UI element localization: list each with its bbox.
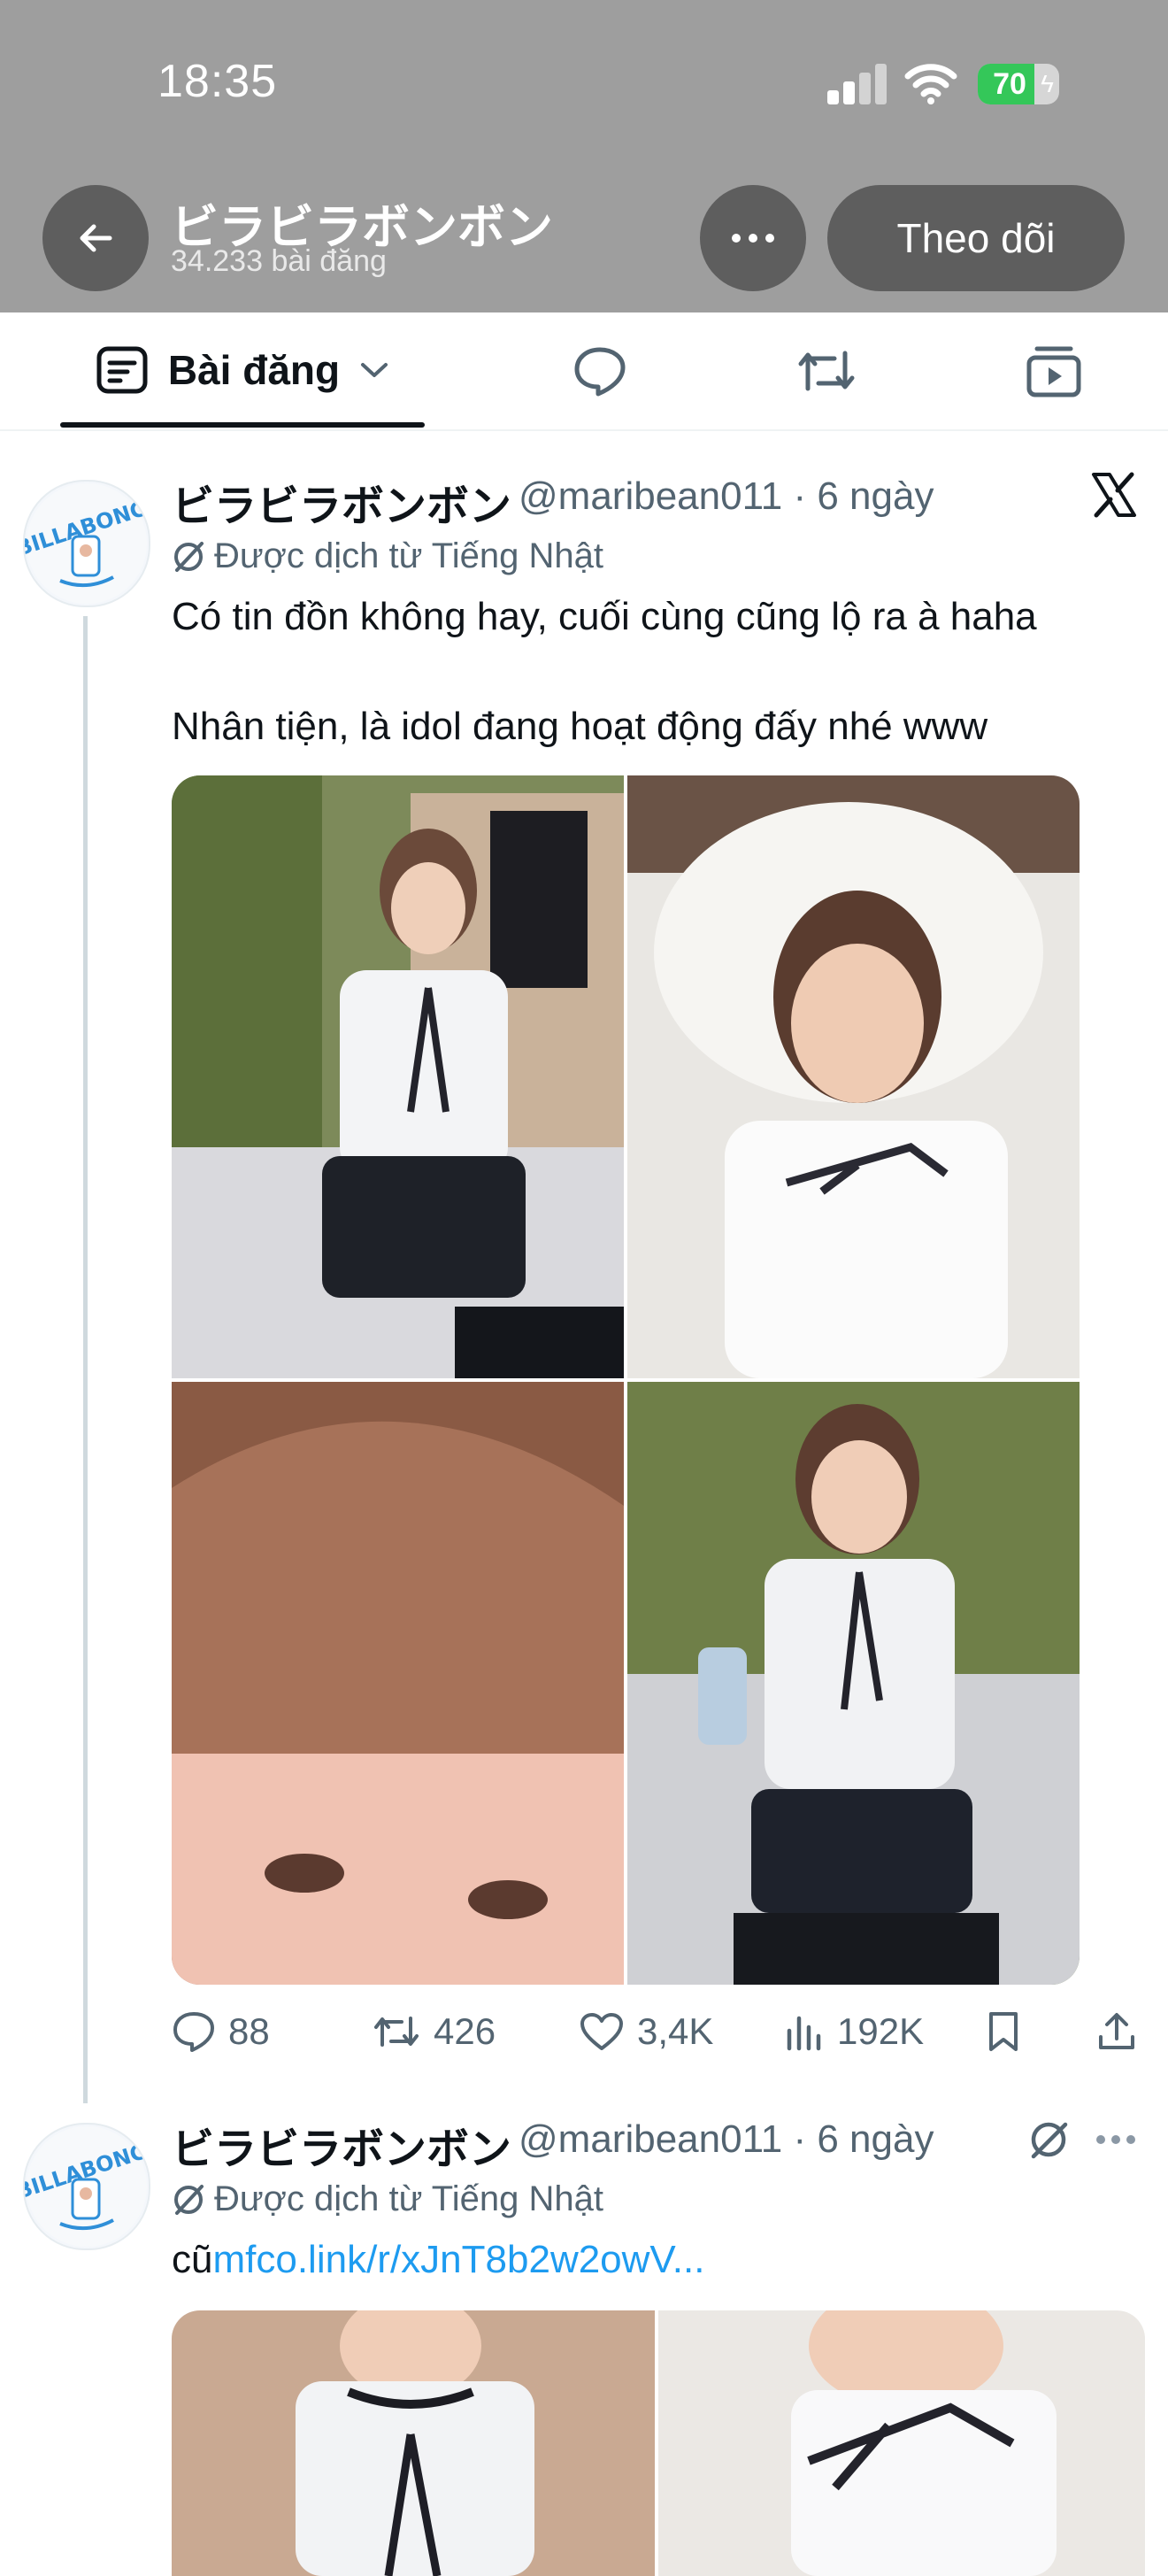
tab-posts[interactable]: Bài đăng (60, 312, 425, 428)
media-grid (172, 2310, 1145, 2576)
media-photo-4[interactable] (627, 1382, 1080, 1985)
post-text-prefix: cũ (172, 2238, 213, 2281)
translate-icon[interactable] (1028, 2119, 1069, 2164)
repost-icon (374, 2017, 419, 2047)
tab-posts-label: Bài đăng (167, 347, 341, 393)
reposts-icon (798, 351, 855, 391)
media-photo-2[interactable] (627, 775, 1080, 1378)
media-photo-3[interactable] (172, 1382, 624, 1985)
tab-replies[interactable] (568, 339, 632, 403)
posts-icon (96, 346, 148, 394)
post-count: 34.233 bài đăng (171, 244, 387, 278)
reply-count: 88 (228, 2010, 270, 2052)
chevron-down-icon (361, 363, 388, 377)
replies-icon (574, 347, 626, 397)
repost-count: 426 (434, 2010, 496, 2052)
bookmark-button[interactable] (986, 2001, 1021, 2063)
profile-tabs: Bài đăng (0, 312, 1168, 431)
avatar[interactable]: BILLABONG (23, 480, 150, 607)
tab-reposts[interactable] (795, 339, 858, 403)
wifi-icon (904, 62, 957, 104)
translation-label: Được dịch từ Tiếng Nhật (214, 536, 603, 575)
avatar[interactable]: BILLABONG (23, 2123, 150, 2250)
share-button[interactable] (1095, 2001, 1138, 2063)
battery-icon: 70 ϟ (978, 64, 1059, 104)
repost-button[interactable]: 426 (372, 2001, 496, 2063)
post-text: cũmfco.link/r/xJnT8b2w2owV... (172, 2233, 1110, 2287)
media-photo-1[interactable] (172, 775, 624, 1378)
share-icon (1099, 2013, 1134, 2049)
profile-header: 18:35 70 ϟ ビラビラボンボン 34.233 bài đăng Theo… (0, 0, 1168, 312)
media-photo-2[interactable] (658, 2310, 1145, 2576)
reply-icon (173, 2012, 214, 2052)
translate-icon (174, 541, 204, 572)
bookmark-icon (989, 2012, 1018, 2051)
translate-icon (174, 2184, 204, 2215)
post-link[interactable]: mfco.link/r/xJnT8b2w2owV... (212, 2238, 704, 2281)
charging-icon: ϟ (1041, 70, 1054, 97)
x-logo-icon[interactable] (1090, 471, 1138, 523)
arrow-left-icon (80, 224, 112, 252)
post-actions: 88 426 3,4K 192K (172, 2001, 1154, 2063)
follow-button[interactable]: Theo dõi (827, 185, 1125, 291)
like-count: 3,4K (637, 2010, 714, 2052)
post-text: Có tin đồn không hay, cuối cùng cũng lộ … (172, 595, 1037, 748)
more-button[interactable] (700, 185, 806, 291)
post-handle-time[interactable]: @maribean011 · 6 ngày (519, 2117, 934, 2162)
translation-note[interactable]: Được dịch từ Tiếng Nhật (172, 2179, 603, 2219)
views-icon (787, 2016, 821, 2051)
videos-icon (1026, 346, 1081, 397)
tab-videos[interactable] (1022, 339, 1086, 403)
views-button[interactable]: 192K (784, 2001, 924, 2063)
more-horizontal-icon[interactable] (1095, 2133, 1136, 2149)
signal-icon (827, 64, 888, 104)
post-author[interactable]: ビラビラボンボン (172, 2114, 511, 2176)
views-count: 192K (837, 2010, 925, 2052)
back-button[interactable] (42, 185, 149, 291)
like-button[interactable]: 3,4K (579, 2001, 713, 2063)
reply-button[interactable]: 88 (172, 2001, 270, 2063)
translation-label: Được dịch từ Tiếng Nhật (214, 2179, 603, 2218)
battery-percent: 70 (993, 67, 1026, 101)
post-handle-time[interactable]: @maribean011 · 6 ngày (519, 474, 934, 519)
thread-line (83, 616, 88, 2103)
media-photo-1[interactable] (172, 2310, 655, 2576)
active-tab-indicator (60, 422, 425, 428)
heart-icon (580, 2013, 623, 2050)
status-time: 18:35 (158, 56, 278, 107)
translation-note[interactable]: Được dịch từ Tiếng Nhật (172, 536, 603, 576)
media-grid (172, 775, 1080, 1985)
more-horizontal-icon (732, 234, 774, 243)
post-author[interactable]: ビラビラボンボン (172, 471, 511, 533)
